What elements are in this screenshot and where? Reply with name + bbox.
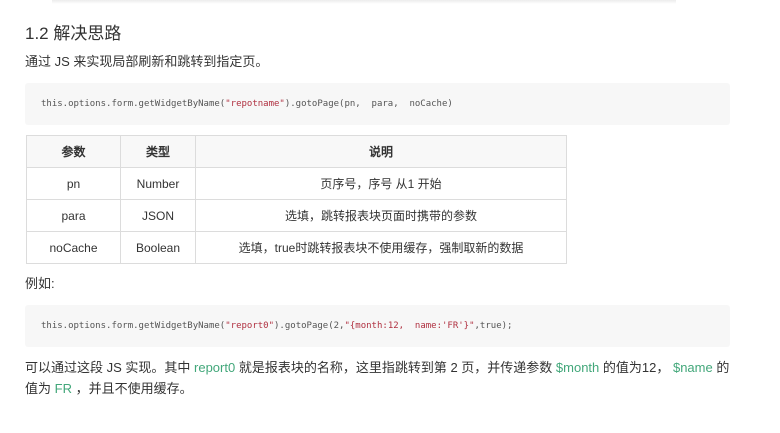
code-prefix: this.options.form.getWidgetByName( [41,99,226,109]
highlight-month-param: $month [555,360,600,375]
explanation-text: 可以通过这段 JS 实现。其中 [25,360,195,375]
table-row: pn Number 页序号，序号 从1 开始 [26,167,567,200]
code-string-params: "{month:12, name:'FR'}" [344,321,475,331]
column-header-param: 参数 [26,135,121,168]
explanation-text: 的值为12， [599,360,673,375]
table-row: para JSON 选填，跳转报表块页面时携带的参数 [26,199,567,232]
explanation-text: 值为 [25,381,55,396]
highlight-name-param: $name [672,360,713,375]
table-cell-param: pn [26,167,121,200]
top-shadow-divider [52,0,676,4]
code-suffix: ).gotoPage(pn, para, noCache) [284,99,453,109]
explanation-line-2: 值为 FR ，并且不使用缓存。 [25,378,193,399]
table-cell-param: noCache [26,231,121,264]
column-header-description: 说明 [195,135,567,168]
example-label: 例如: [25,276,55,291]
highlight-fr-value: FR [54,381,72,396]
table-cell-param: para [26,199,121,232]
code-string: "repotname" [225,99,285,109]
code-middle: ).gotoPage(2, [274,321,345,331]
column-header-type: 类型 [120,135,196,168]
explanation-line-1: 可以通过这段 JS 实现。其中 report0 就是报表块的名称，这里指跳转到第… [25,357,729,378]
code-block-example[interactable]: this.options.form.getWidgetByName("repor… [25,305,730,347]
explanation-text: ，并且不使用缓存。 [71,381,193,396]
intro-text: 通过 JS 来实现局部刷新和跳转到指定页。 [25,54,269,69]
highlight-report-name: report0 [194,360,236,375]
explanation-text: 的 [712,360,730,375]
explanation-text: 就是报表块的名称，这里指跳转到第 2 页，并传递参数 [235,360,556,375]
code-prefix: this.options.form.getWidgetByName( [41,321,226,331]
table-cell-type: Boolean [120,231,196,264]
table-cell-description: 页序号，序号 从1 开始 [195,167,567,200]
parameter-table: 参数 类型 说明 pn Number 页序号，序号 从1 开始 para JSO… [26,135,567,264]
table-cell-type: Number [120,167,196,200]
section-heading: 1.2 解决思路 [25,24,122,43]
table-cell-description: 选填，true时跳转报表块不使用缓存，强制取新的数据 [195,231,567,264]
code-string-report-name: "report0" [225,321,275,331]
table-cell-description: 选填，跳转报表块页面时携带的参数 [195,199,567,232]
table-row: noCache Boolean 选填，true时跳转报表块不使用缓存，强制取新的… [26,231,567,264]
table-cell-type: JSON [120,199,196,232]
table-header-row: 参数 类型 说明 [26,135,567,168]
code-block-goto-page[interactable]: this.options.form.getWidgetByName("repot… [25,83,730,125]
code-suffix: ,true); [474,321,513,331]
